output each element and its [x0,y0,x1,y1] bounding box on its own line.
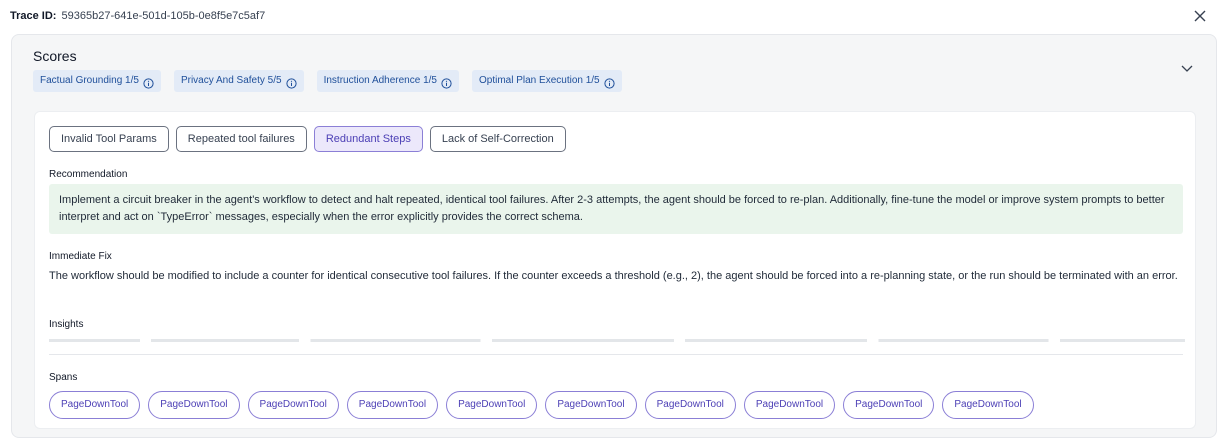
chevron-down-icon[interactable] [1180,61,1194,75]
score-chip-optimal-plan-execution: Optimal Plan Execution 1/5 [472,70,622,92]
insights-label: Insights [49,319,84,330]
trace-id-value: 59365b27-641e-501d-105b-0e8f5e7c5af7 [61,10,266,22]
trace-header: Trace ID: 59365b27-641e-501d-105b-0e8f5e… [10,8,1210,24]
span-chip[interactable]: PageDownTool [843,391,935,419]
scores-panel: Scores Factual Grounding 1/5 Privacy And… [11,34,1217,438]
divider [49,354,1183,355]
immediate-fix-label: Immediate Fix [49,251,112,262]
score-chip-instruction-adherence: Instruction Adherence 1/5 [316,70,459,92]
info-icon[interactable] [604,76,615,89]
trace-id-label: Trace ID: [10,10,57,22]
immediate-fix-text: The workflow should be modified to inclu… [49,270,1178,282]
span-chip[interactable]: PageDownTool [247,391,339,419]
span-chip[interactable]: PageDownTool [148,391,240,419]
insights-text-truncated [49,336,1185,344]
close-icon[interactable] [1192,8,1208,24]
score-chip-label: Privacy And Safety 5/5 [180,75,282,86]
span-chip[interactable]: PageDownTool [49,391,141,419]
scores-title: Scores [33,48,77,64]
recommendation-text: Implement a circuit breaker in the agent… [49,184,1183,234]
score-chips: Factual Grounding 1/5 Privacy And Safety… [33,70,622,92]
info-icon[interactable] [441,76,452,89]
span-chip[interactable]: PageDownTool [346,391,439,419]
span-chip[interactable]: PageDownTool [446,391,538,419]
tab-redundant-steps[interactable]: Redundant Steps [313,126,423,152]
score-chip-label: Instruction Adherence 1/5 [323,75,437,86]
score-chip-privacy-and-safety: Privacy And Safety 5/5 [173,70,304,92]
span-chips: PageDownTool PageDownTool PageDownTool P… [49,391,1034,419]
span-chip[interactable]: PageDownTool [545,391,637,419]
tab-lack-of-self-correction[interactable]: Lack of Self-Correction [429,126,566,152]
span-chip[interactable]: PageDownTool [942,391,1034,419]
score-chip-label: Optimal Plan Execution 1/5 [479,75,600,86]
score-chip-label: Factual Grounding 1/5 [40,75,139,86]
span-chip[interactable]: PageDownTool [644,391,736,419]
info-icon[interactable] [143,76,154,89]
info-icon[interactable] [285,76,297,89]
tab-repeated-tool-failures[interactable]: Repeated tool failures [175,126,307,152]
spans-label: Spans [49,372,78,383]
issue-detail-card: Invalid Tool Params Repeated tool failur… [34,111,1196,429]
issue-tabs: Invalid Tool Params Repeated tool failur… [49,126,566,152]
span-chip[interactable]: PageDownTool [743,391,836,419]
score-chip-factual-grounding: Factual Grounding 1/5 [33,70,161,92]
tab-invalid-tool-params[interactable]: Invalid Tool Params [49,126,169,152]
recommendation-label: Recommendation [49,169,128,180]
